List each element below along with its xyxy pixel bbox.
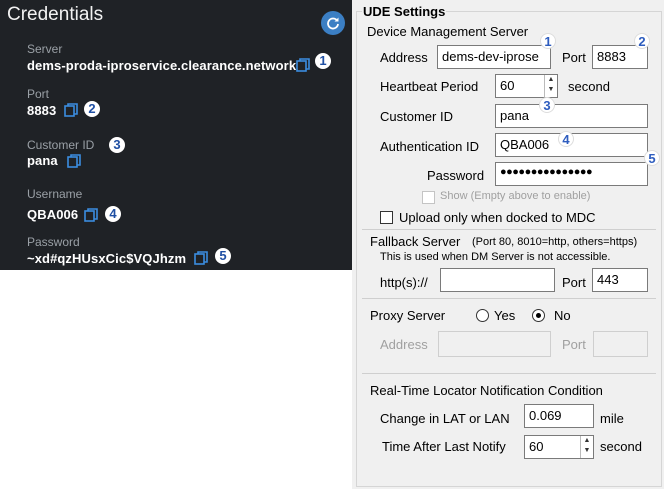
ude-settings-panel: UDE Settings Device Management Server Ad…	[352, 0, 664, 489]
port-badge: 2	[84, 101, 100, 117]
spin-up-icon[interactable]: ▲	[581, 436, 593, 446]
server-value: dems-proda-iproservice.clearance.network	[27, 58, 297, 73]
fallback-port-label: Port	[562, 275, 586, 290]
dms-heading: Device Management Server	[367, 24, 529, 39]
proxy-port-input[interactable]	[593, 331, 648, 357]
fallback-http-input[interactable]	[440, 268, 555, 292]
fallback-port-input[interactable]: 443	[592, 268, 648, 292]
proxy-address-input[interactable]	[438, 331, 551, 357]
spin-down-icon[interactable]: ▼	[581, 446, 593, 456]
locator-heading: Real-Time Locator Notification Condition	[370, 383, 603, 398]
customer-id-badge-ude: 3	[539, 97, 555, 113]
show-password-checkbox[interactable]	[422, 191, 435, 204]
credentials-panel: Credentials Server dems-proda-iproservic…	[0, 0, 352, 270]
proxy-port-label: Port	[562, 337, 586, 352]
customer-id-label: Customer ID	[27, 138, 95, 152]
password-value: ~xd#qzHUsxCic$VQJhzm	[27, 251, 187, 266]
refresh-button[interactable]	[321, 11, 345, 35]
username-badge: 4	[105, 206, 121, 222]
proxy-no-label: No	[554, 308, 571, 323]
proxy-yes-label: Yes	[494, 308, 516, 323]
username-label: Username	[27, 187, 83, 201]
change-lat-lan-input[interactable]: 0.069	[524, 404, 594, 428]
heartbeat-value: 60	[500, 78, 515, 93]
copy-password-icon[interactable]	[194, 251, 208, 265]
time-after-notify-input[interactable]: 60 ▲ ▼	[524, 435, 594, 459]
server-label: Server	[27, 42, 63, 56]
auth-id-badge: 4	[558, 131, 574, 147]
time-after-notify-label: Time After Last Notify	[382, 439, 506, 454]
divider	[362, 229, 656, 230]
address-badge: 1	[540, 33, 556, 49]
copy-username-icon[interactable]	[84, 208, 98, 222]
proxy-no-radio[interactable]	[532, 309, 545, 322]
heartbeat-input[interactable]: 60 ▲ ▼	[495, 74, 558, 98]
customer-id-badge: 3	[109, 137, 125, 153]
password-badge-ude: 5	[644, 150, 660, 166]
copy-port-icon[interactable]	[64, 103, 78, 117]
copy-customer-id-icon[interactable]	[67, 154, 81, 168]
address-input[interactable]: dems-dev-iprose	[437, 45, 551, 69]
username-value: QBA006	[27, 207, 79, 222]
customer-id-label-ude: Customer ID	[380, 109, 453, 124]
password-label: Password	[27, 235, 80, 249]
fallback-http-label: http(s)://	[380, 275, 428, 290]
dms-port-label: Port	[562, 50, 586, 65]
spin-up-icon[interactable]: ▲	[545, 75, 557, 85]
upload-docked-checkbox[interactable]	[380, 211, 393, 224]
password-badge: 5	[215, 248, 231, 264]
credentials-title: Credentials	[7, 4, 104, 25]
divider	[362, 373, 656, 374]
password-label-ude: Password	[427, 168, 485, 183]
refresh-icon	[327, 17, 339, 30]
proxy-heading: Proxy Server	[370, 308, 446, 323]
fallback-heading: Fallback Server	[370, 234, 461, 249]
change-lat-lan-unit: mile	[600, 411, 624, 426]
spin-down-icon[interactable]: ▼	[545, 85, 557, 95]
heartbeat-label: Heartbeat Period	[380, 79, 479, 94]
proxy-address-label: Address	[380, 337, 428, 352]
upload-docked-label: Upload only when docked to MDC	[399, 210, 596, 225]
dms-port-badge: 2	[634, 33, 650, 49]
show-password-label: Show (Empty above to enable)	[440, 190, 591, 202]
port-value: 8883	[27, 103, 57, 118]
heartbeat-unit: second	[568, 79, 610, 94]
ude-settings-title: UDE Settings	[362, 4, 447, 19]
time-after-notify-spinner[interactable]: ▲ ▼	[580, 436, 593, 458]
password-input[interactable]: ●●●●●●●●●●●●●●●	[495, 162, 648, 186]
time-after-notify-unit: second	[600, 439, 642, 454]
divider	[362, 298, 656, 299]
proxy-yes-radio[interactable]	[476, 309, 489, 322]
fallback-desc: This is used when DM Server is not acces…	[380, 251, 611, 263]
copy-server-icon[interactable]	[296, 58, 310, 72]
change-lat-lan-label: Change in LAT or LAN	[380, 411, 510, 426]
address-label: Address	[380, 50, 428, 65]
port-label: Port	[27, 87, 50, 101]
time-after-notify-value: 60	[529, 439, 544, 454]
server-badge: 1	[315, 53, 331, 69]
fallback-note: (Port 80, 8010=http, others=https)	[472, 236, 638, 248]
auth-id-label: Authentication ID	[380, 139, 480, 154]
customer-id-value: pana	[27, 153, 58, 168]
customer-id-input[interactable]: pana	[495, 104, 648, 128]
heartbeat-spinner[interactable]: ▲ ▼	[544, 75, 557, 97]
